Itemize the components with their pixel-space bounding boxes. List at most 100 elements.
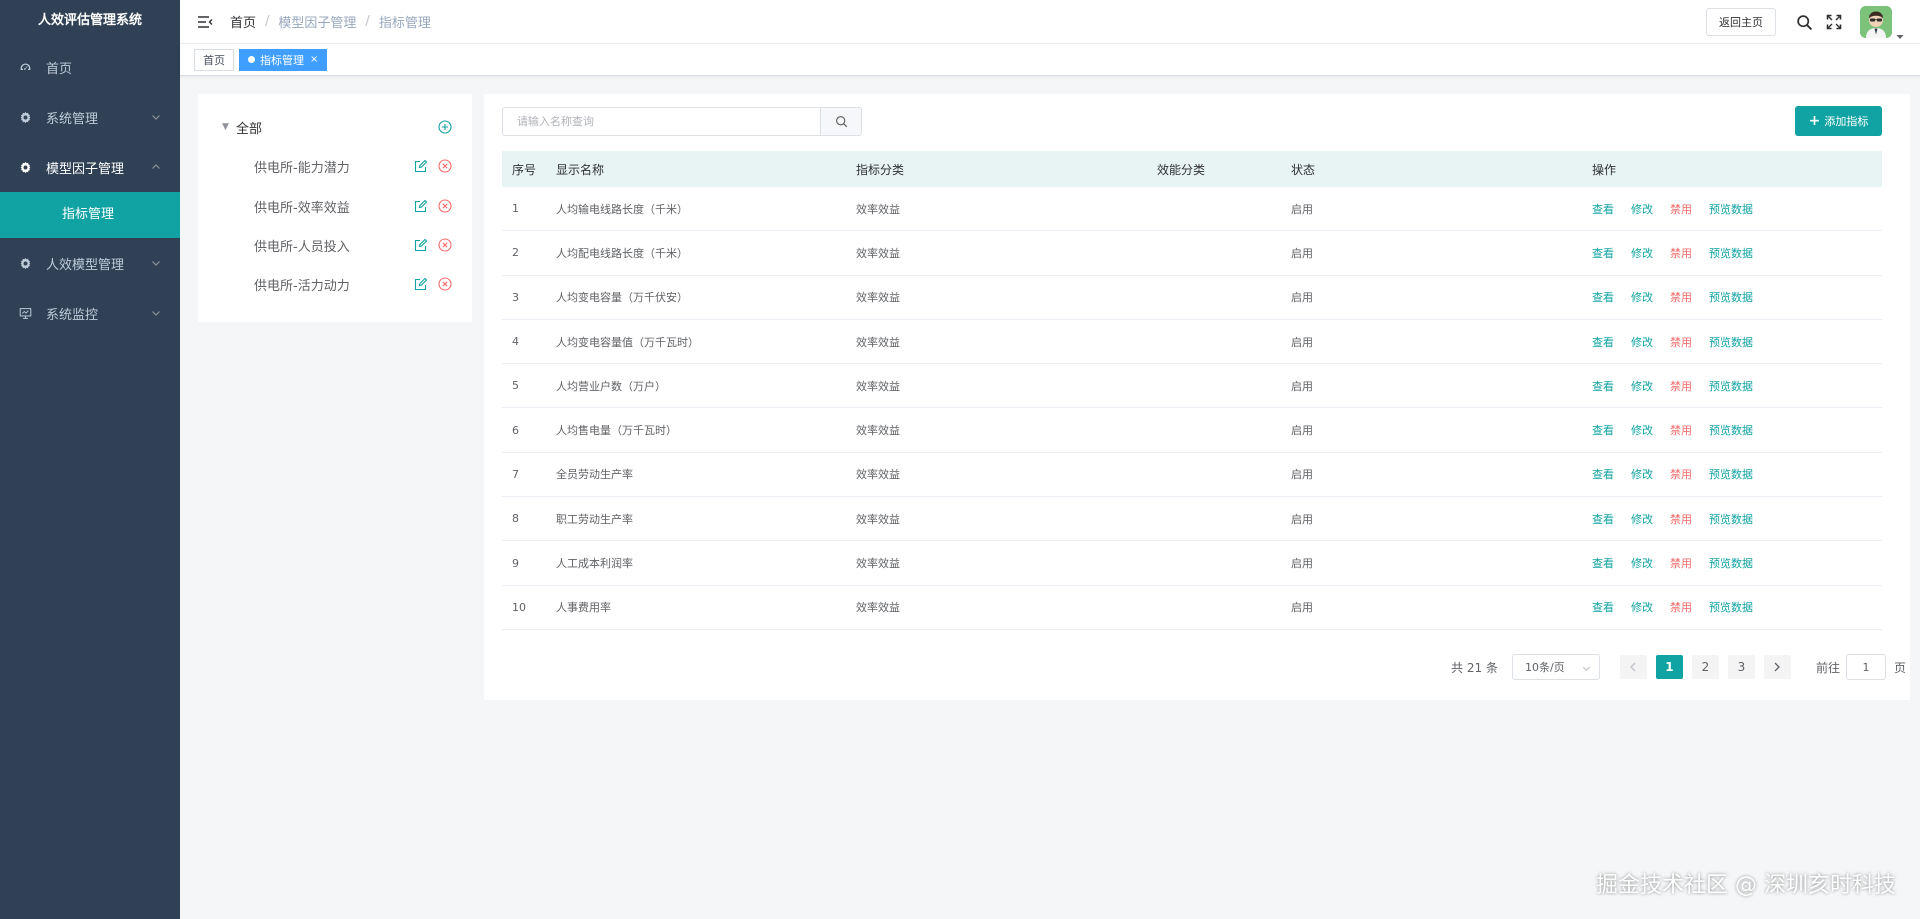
edit-button[interactable]: 修改	[1631, 599, 1653, 615]
view-button[interactable]: 查看	[1592, 378, 1614, 394]
preview-data-button[interactable]: 预览数据	[1709, 245, 1753, 261]
view-button[interactable]: 查看	[1592, 334, 1614, 350]
disable-button[interactable]: 禁用	[1670, 245, 1692, 261]
column-header-actions: 操作	[1592, 162, 1617, 177]
view-button[interactable]: 查看	[1592, 599, 1614, 615]
tag-indicator[interactable]: 指标管理 ×	[239, 48, 328, 71]
fullscreen-icon[interactable]	[1824, 12, 1844, 32]
sidebar-item-monitor[interactable]: 系统监控	[0, 288, 180, 338]
disable-button[interactable]: 禁用	[1670, 378, 1692, 394]
disable-button[interactable]: 禁用	[1670, 201, 1692, 217]
tag-home[interactable]: 首页	[194, 48, 234, 71]
header-actions: 返回主页	[1706, 0, 1920, 44]
edit-button[interactable]: 修改	[1631, 466, 1653, 482]
edit-icon[interactable]	[414, 199, 428, 213]
cell-name: 职工劳动生产率	[556, 512, 633, 526]
preview-data-button[interactable]: 预览数据	[1709, 201, 1753, 217]
preview-data-button[interactable]: 预览数据	[1709, 599, 1753, 615]
cell-actions: 查看 修改 禁用 预览数据	[1592, 245, 1882, 261]
sidebar-item-home[interactable]: 首页	[0, 42, 180, 92]
edit-button[interactable]: 修改	[1631, 378, 1653, 394]
search-button[interactable]	[820, 107, 862, 136]
sidebar-item-system[interactable]: 系统管理	[0, 92, 180, 142]
page-button-2[interactable]: 2	[1691, 655, 1719, 679]
view-button[interactable]: 查看	[1592, 289, 1614, 305]
cell-actions: 查看 修改 禁用 预览数据	[1592, 599, 1882, 615]
edit-button[interactable]: 修改	[1631, 422, 1653, 438]
page-button-3[interactable]: 3	[1727, 655, 1755, 679]
view-button[interactable]: 查看	[1592, 511, 1614, 527]
edit-button[interactable]: 修改	[1631, 555, 1653, 571]
view-button[interactable]: 查看	[1592, 466, 1614, 482]
tree-node[interactable]: 供电所-能力潜力	[254, 156, 452, 176]
disable-button[interactable]: 禁用	[1670, 422, 1692, 438]
preview-data-button[interactable]: 预览数据	[1709, 555, 1753, 571]
cell-actions: 查看 修改 禁用 预览数据	[1592, 289, 1882, 305]
edit-button[interactable]: 修改	[1631, 245, 1653, 261]
view-button[interactable]: 查看	[1592, 555, 1614, 571]
disable-button[interactable]: 禁用	[1670, 599, 1692, 615]
preview-data-button[interactable]: 预览数据	[1709, 378, 1753, 394]
edit-icon[interactable]	[414, 159, 428, 173]
delete-circle-icon[interactable]	[438, 277, 452, 291]
page-size-select[interactable]: 10条/页	[1511, 654, 1600, 680]
disable-button[interactable]: 禁用	[1670, 289, 1692, 305]
cell-category: 效率效益	[856, 202, 900, 216]
edit-icon[interactable]	[414, 277, 428, 291]
tree-node[interactable]: 供电所-活力动力	[254, 274, 452, 294]
close-icon[interactable]: ×	[310, 54, 318, 65]
preview-data-button[interactable]: 预览数据	[1709, 289, 1753, 305]
column-header-index: 序号	[512, 162, 537, 177]
preview-data-button[interactable]: 预览数据	[1709, 334, 1753, 350]
delete-circle-icon[interactable]	[438, 159, 452, 173]
disable-button[interactable]: 禁用	[1670, 555, 1692, 571]
page-button-1[interactable]: 1	[1655, 655, 1683, 679]
caret-down-icon[interactable]: ▼	[222, 122, 232, 132]
delete-circle-icon[interactable]	[438, 238, 452, 252]
edit-icon[interactable]	[414, 238, 428, 252]
edit-button[interactable]: 修改	[1631, 334, 1653, 350]
view-button[interactable]: 查看	[1592, 245, 1614, 261]
breadcrumb-item-home[interactable]: 首页	[230, 12, 256, 31]
sidebar-item-label: 模型因子管理	[46, 161, 125, 177]
hamburger-icon[interactable]	[194, 11, 216, 33]
table-row: 5 人均营业户数（万户） 效率效益 启用 查看 修改 禁用 预览数据	[502, 364, 1882, 409]
tree-root-node[interactable]: ▼ 全部	[222, 117, 452, 137]
breadcrumb-separator: /	[365, 14, 370, 29]
delete-circle-icon[interactable]	[438, 199, 452, 213]
active-dot-icon	[248, 56, 255, 63]
next-page-button[interactable]	[1763, 655, 1791, 679]
preview-data-button[interactable]: 预览数据	[1709, 511, 1753, 527]
cell-status: 启用	[1291, 601, 1313, 615]
user-avatar-menu[interactable]	[1860, 6, 1904, 39]
prev-page-button[interactable]	[1619, 655, 1647, 679]
watermark: 掘金技术社区 @ 深圳亥时科技	[1596, 873, 1896, 898]
sidebar-subitem-indicator[interactable]: 指标管理	[0, 192, 180, 238]
edit-button[interactable]: 修改	[1631, 289, 1653, 305]
goto-page-input[interactable]	[1845, 654, 1886, 680]
tree-node-label: 供电所-活力动力	[254, 278, 350, 294]
add-indicator-button[interactable]: + 添加指标	[1795, 106, 1882, 136]
disable-button[interactable]: 禁用	[1670, 466, 1692, 482]
disable-button[interactable]: 禁用	[1670, 511, 1692, 527]
back-home-button[interactable]: 返回主页	[1706, 8, 1776, 36]
search-input[interactable]	[502, 107, 820, 136]
cell-status: 启用	[1291, 246, 1313, 260]
edit-button[interactable]: 修改	[1631, 201, 1653, 217]
add-circle-icon[interactable]	[438, 120, 452, 134]
chevron-down-icon	[150, 111, 162, 123]
preview-data-button[interactable]: 预览数据	[1709, 422, 1753, 438]
view-button[interactable]: 查看	[1592, 422, 1614, 438]
preview-data-button[interactable]: 预览数据	[1709, 466, 1753, 482]
cell-actions: 查看 修改 禁用 预览数据	[1592, 511, 1882, 527]
disable-button[interactable]: 禁用	[1670, 334, 1692, 350]
sidebar-item-model-factor[interactable]: 模型因子管理	[0, 142, 180, 192]
table-row: 9 人工成本利润率 效率效益 启用 查看 修改 禁用 预览数据	[502, 541, 1882, 586]
view-button[interactable]: 查看	[1592, 201, 1614, 217]
tree-node[interactable]: 供电所-人员投入	[254, 235, 452, 255]
chevron-down-icon	[1582, 663, 1591, 672]
sidebar-item-efficiency-model[interactable]: 人效模型管理	[0, 238, 180, 288]
tree-node[interactable]: 供电所-效率效益	[254, 196, 452, 216]
edit-button[interactable]: 修改	[1631, 511, 1653, 527]
search-icon[interactable]	[1794, 12, 1814, 32]
